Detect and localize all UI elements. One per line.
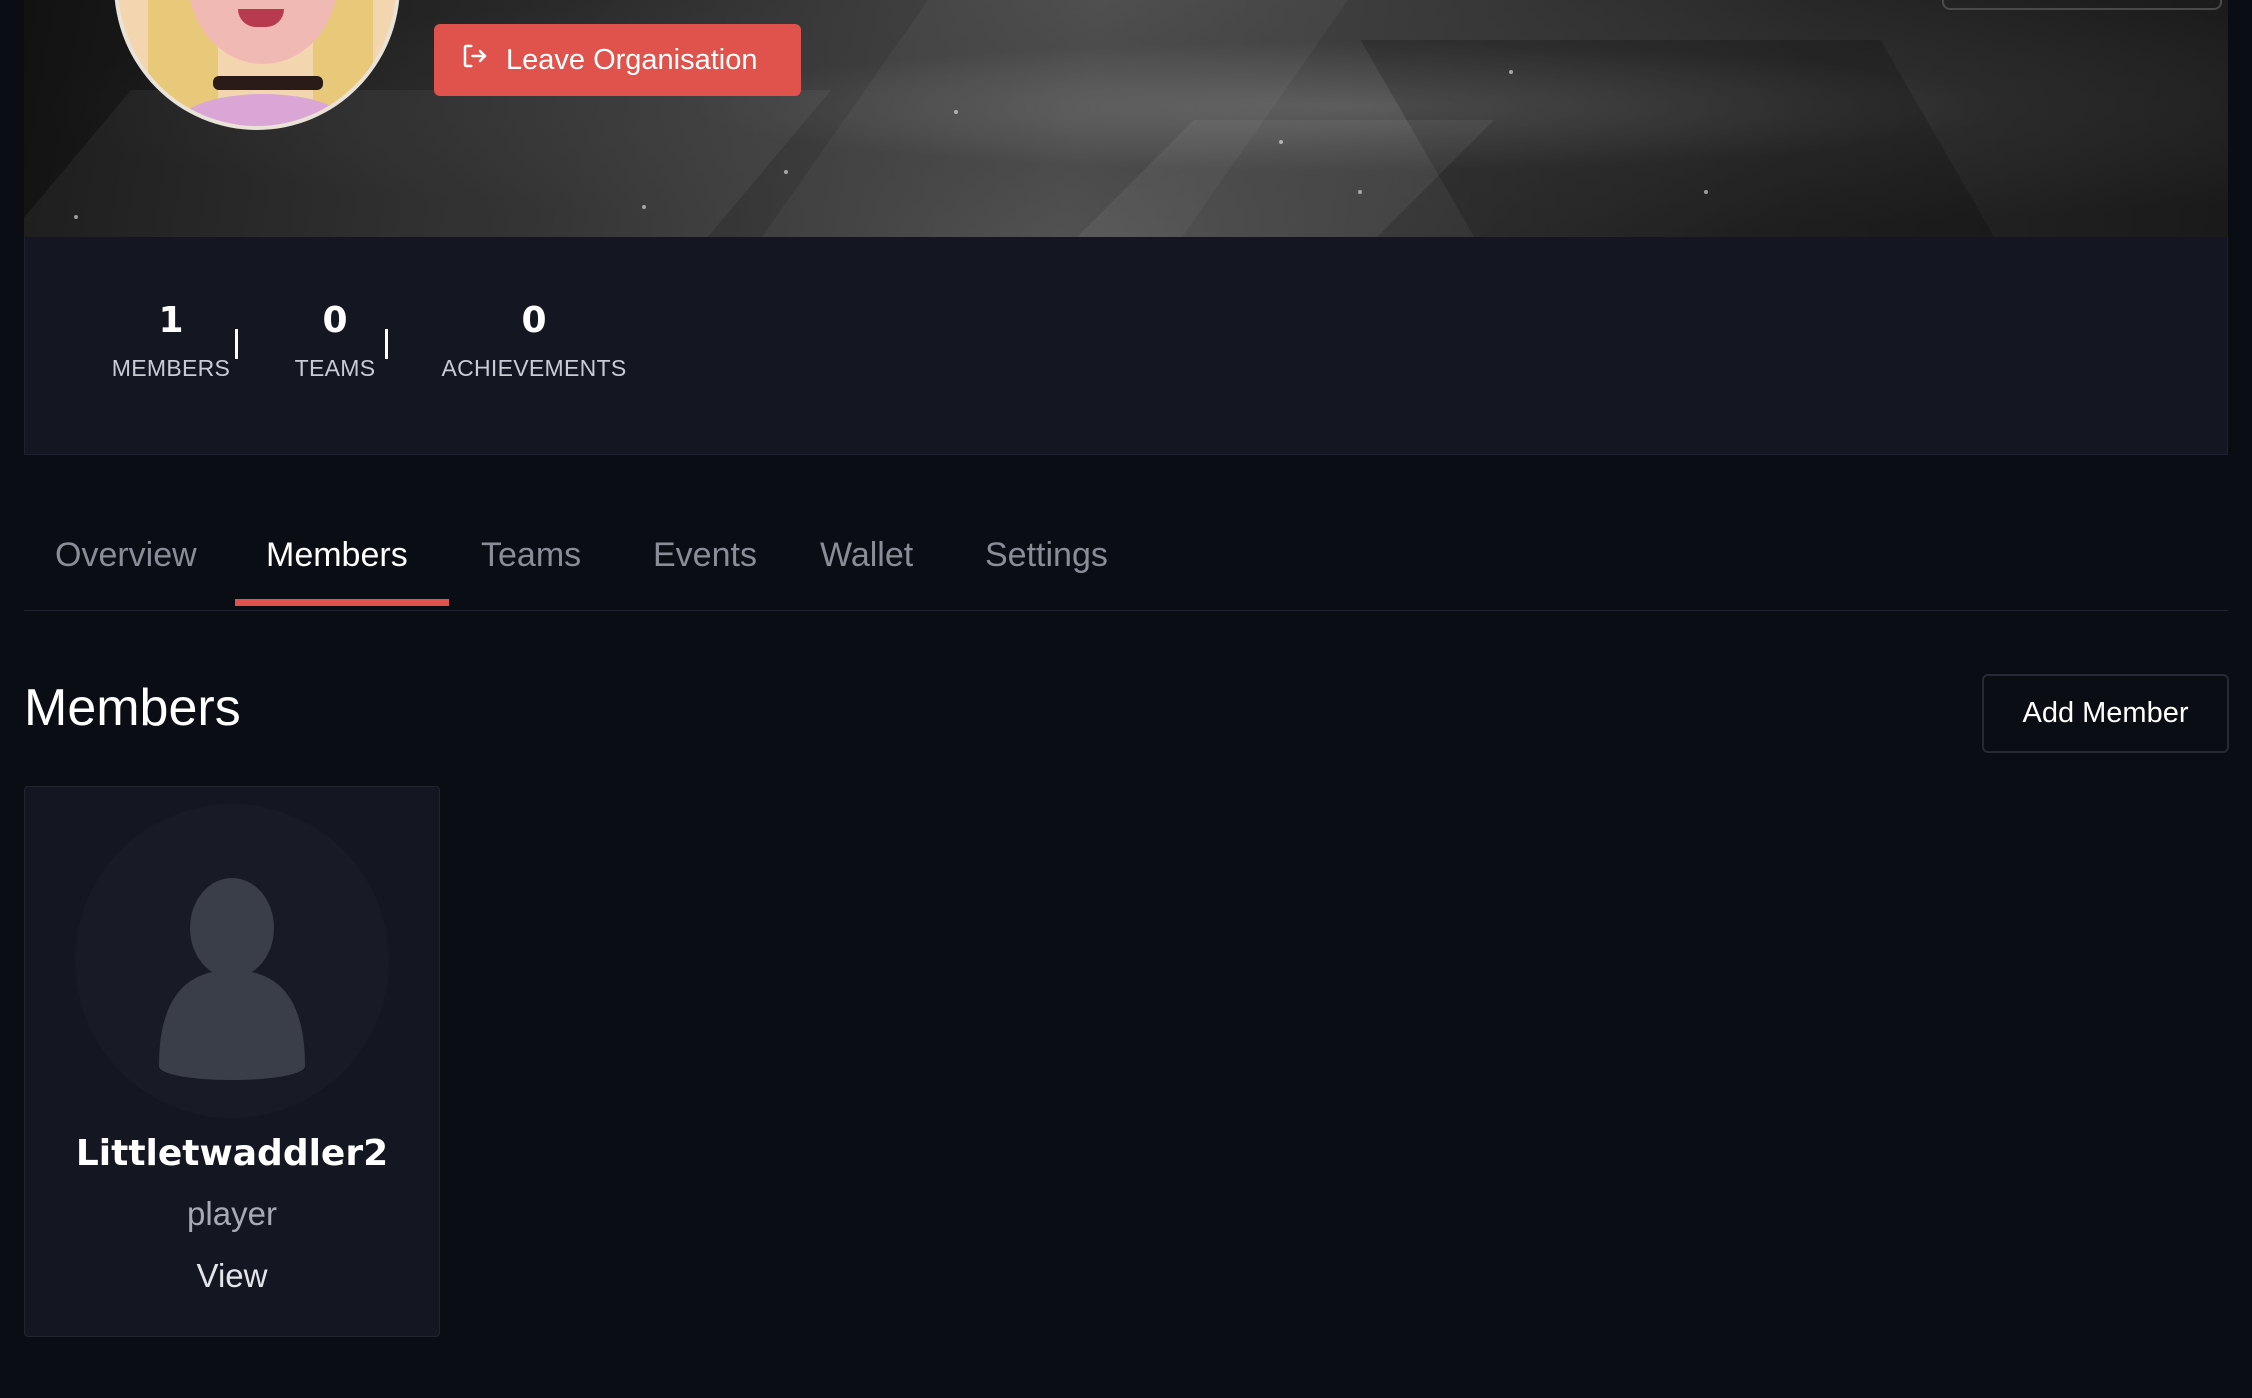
stat-separator	[385, 329, 388, 359]
member-card[interactable]: Littletwaddler2 player View	[24, 786, 440, 1337]
stat-achievements-value: 0	[521, 300, 547, 341]
banner-speck	[1279, 140, 1283, 144]
organisation-tabs: Overview Members Teams Events Wallet Set…	[24, 520, 2228, 611]
stat-members-label: MEMBERS	[111, 355, 231, 381]
banner-speck	[1358, 190, 1362, 194]
organisation-avatar	[114, 0, 400, 130]
banner-speck	[74, 215, 78, 219]
member-role: player	[187, 1195, 277, 1232]
active-tab-indicator	[235, 599, 449, 606]
leave-organisation-button[interactable]: Leave Organisation	[434, 24, 801, 96]
banner-speck	[1509, 70, 1513, 74]
stat-members: 1 MEMBERS	[91, 303, 251, 382]
member-name: Littletwaddler2	[75, 1133, 389, 1174]
user-placeholder-icon	[75, 804, 389, 1118]
leave-organisation-label: Leave Organisation	[506, 43, 758, 76]
tab-overview[interactable]: Overview	[55, 536, 197, 575]
banner-action-button[interactable]	[1942, 0, 2222, 10]
stat-achievements: 0 ACHIEVEMENTS	[419, 303, 649, 382]
tab-members[interactable]: Members	[266, 536, 408, 575]
stat-separator	[235, 329, 238, 359]
banner-speck	[642, 205, 646, 209]
member-view-link[interactable]: View	[25, 1257, 439, 1295]
banner-speck	[784, 170, 788, 174]
stat-teams: 0 TEAMS	[271, 303, 399, 382]
tab-events[interactable]: Events	[653, 536, 757, 575]
tab-settings[interactable]: Settings	[985, 536, 1108, 575]
add-member-button[interactable]: Add Member	[1982, 674, 2229, 753]
banner-decoration	[24, 90, 832, 237]
organisation-banner: Leave Organisation	[24, 0, 2228, 237]
tab-wallet[interactable]: Wallet	[820, 536, 913, 575]
stat-achievements-label: ACHIEVEMENTS	[441, 355, 627, 381]
banner-speck	[1704, 190, 1708, 194]
stat-teams-value: 0	[322, 300, 348, 341]
banner-speck	[954, 110, 958, 114]
members-section-title: Members	[24, 679, 241, 737]
organisation-stats: 1 MEMBERS 0 TEAMS 0 ACHIEVEMENTS	[24, 237, 2228, 455]
stat-teams-label: TEAMS	[294, 355, 376, 381]
tab-teams[interactable]: Teams	[481, 536, 581, 575]
logout-icon	[460, 41, 490, 79]
stat-members-value: 1	[158, 300, 184, 341]
